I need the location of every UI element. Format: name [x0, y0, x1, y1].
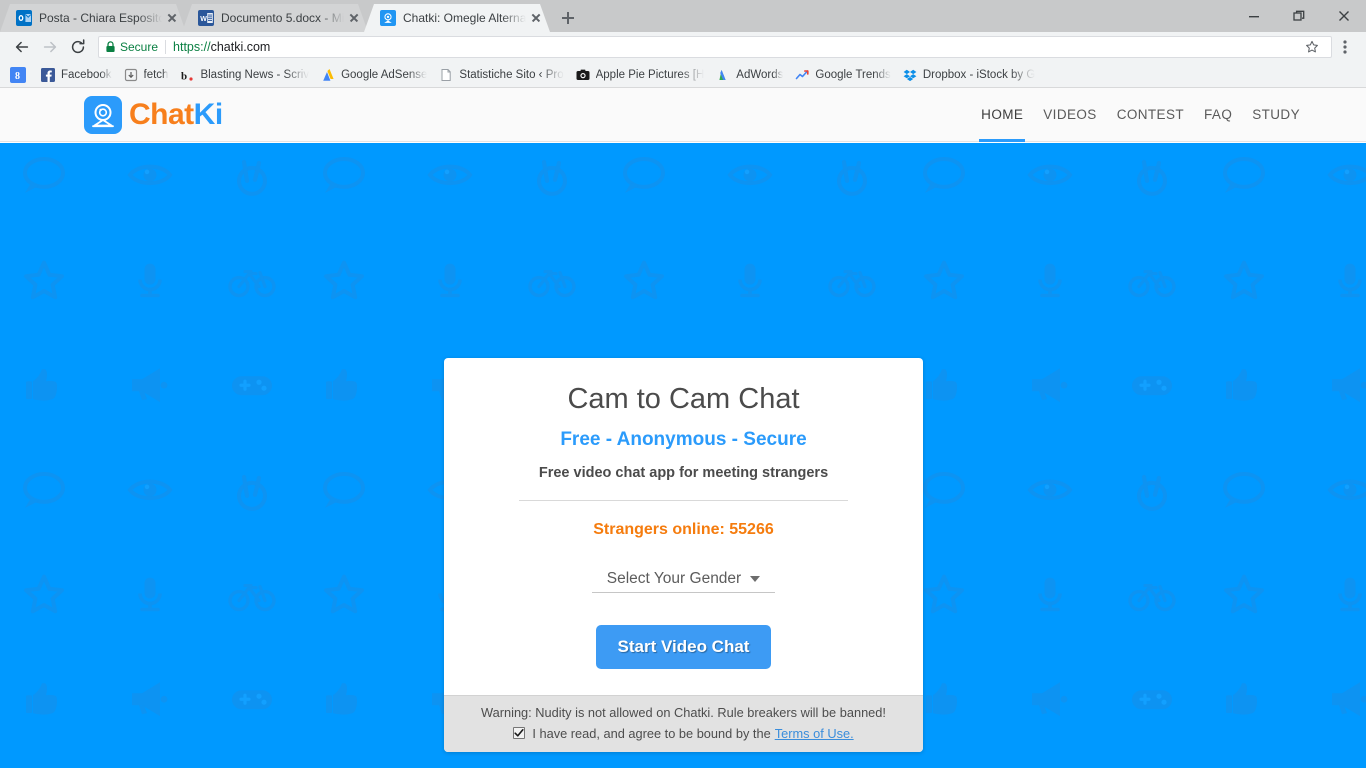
browser-tab[interactable]: Posta - Chiara Esposito - — [0, 4, 186, 32]
restore-icon[interactable] — [1276, 0, 1321, 32]
nav-item-videos[interactable]: VIDEOS — [1033, 88, 1106, 142]
terms-checkbox[interactable] — [513, 727, 526, 740]
bookmark-item[interactable]: Google AdSense — [316, 67, 434, 83]
bookmark-item[interactable]: Google Trends — [790, 67, 897, 83]
address-bar[interactable]: Secure https://chatki.com — [98, 36, 1332, 58]
new-tab-button[interactable] — [554, 4, 582, 32]
svg-text:8: 8 — [15, 71, 20, 82]
tab-title: Documento 5.docx - Micr — [221, 11, 344, 25]
gender-select[interactable]: Select Your Gender — [592, 570, 775, 593]
nav-item-study[interactable]: STUDY — [1242, 88, 1310, 142]
bookmark-label: AdWords — [736, 68, 784, 81]
close-icon[interactable] — [1321, 0, 1366, 32]
card-subtitle: Free - Anonymous - Secure — [560, 428, 807, 450]
bookmarks-bar: 8 Facebook fetch b Blasting News - Scriv… — [0, 62, 1366, 88]
warning-text: Warning: Nudity is not allowed on Chatki… — [481, 704, 886, 720]
outlook-icon — [16, 10, 32, 26]
forward-arrow-icon — [36, 33, 64, 61]
reload-icon[interactable] — [64, 33, 92, 61]
bookmark-item[interactable]: 8 — [6, 66, 36, 83]
site-nav: HOME VIDEOS CONTEST FAQ STUDY — [971, 88, 1310, 142]
adsense-icon — [320, 67, 336, 83]
bookmark-item[interactable]: AdWords — [711, 67, 790, 83]
card-footer: Warning: Nudity is not allowed on Chatki… — [444, 694, 923, 752]
terms-of-use-link[interactable]: Terms of Use. — [775, 726, 854, 741]
close-icon[interactable] — [346, 10, 362, 26]
bookmark-label: Statistiche Sito ‹ Pro — [459, 68, 564, 81]
browser-window: Posta - Chiara Esposito - W Documento 5.… — [0, 0, 1366, 768]
facebook-icon — [40, 67, 56, 83]
nav-item-home[interactable]: HOME — [971, 88, 1033, 142]
window-controls — [1231, 0, 1366, 32]
webcam-icon — [84, 95, 122, 134]
three-dot-menu-icon[interactable] — [1332, 34, 1358, 60]
close-icon[interactable] — [164, 10, 180, 26]
start-video-chat-button[interactable]: Start Video Chat — [595, 624, 772, 669]
tab-title: Posta - Chiara Esposito - — [39, 11, 162, 25]
terms-agreement-row: I have read, and agree to be bound by th… — [454, 726, 913, 741]
page-title: Cam to Cam Chat — [567, 383, 800, 415]
logo-text-ki: Ki — [193, 97, 224, 131]
browser-tab[interactable]: W Documento 5.docx - Micr — [182, 4, 368, 32]
close-icon[interactable] — [528, 10, 544, 26]
svg-text:b: b — [181, 70, 187, 82]
document-icon — [438, 67, 454, 83]
browser-toolbar: Secure https://chatki.com — [0, 32, 1366, 62]
bookmark-item[interactable]: Statistiche Sito ‹ Pro — [434, 67, 570, 83]
site-logo[interactable]: ChatKi — [84, 95, 223, 134]
lock-icon — [105, 41, 116, 53]
logo-text-chat: Chat — [129, 97, 194, 131]
bookmark-label: Apple Pie Pictures [H — [595, 68, 705, 81]
bookmark-item[interactable]: fetch — [119, 67, 176, 83]
blasting-news-icon: b — [179, 67, 195, 83]
minimize-icon[interactable] — [1231, 0, 1276, 32]
divider — [519, 499, 848, 501]
url-host: chatki.com — [210, 40, 271, 54]
page-content: ChatKi HOME VIDEOS CONTEST FAQ STUDY Cam… — [0, 88, 1366, 768]
hero-section: Cam to Cam Chat Free - Anonymous - Secur… — [0, 143, 1366, 768]
fetch-icon — [123, 67, 139, 83]
url-scheme: https:// — [173, 40, 211, 54]
camera-icon — [575, 67, 591, 83]
card-tagline: Free video chat app for meeting stranger… — [538, 464, 829, 481]
bookmark-label: Facebook — [61, 68, 112, 81]
bookmark-item[interactable]: b Blasting News - Scriv — [175, 67, 316, 83]
browser-tab-active[interactable]: Chatki: Omegle Alternati — [364, 4, 550, 32]
nav-item-contest[interactable]: CONTEST — [1107, 88, 1194, 142]
chevron-down-icon — [750, 575, 761, 582]
bookmark-item[interactable]: Apple Pie Pictures [H — [571, 67, 712, 83]
bookmark-item[interactable]: Dropbox - iStock by G — [898, 67, 1042, 83]
adwords-icon — [715, 67, 731, 83]
tab-title: Chatki: Omegle Alternati — [403, 11, 526, 25]
gender-select-value: Select Your Gender — [606, 569, 742, 587]
back-arrow-icon[interactable] — [8, 33, 36, 61]
site-header: ChatKi HOME VIDEOS CONTEST FAQ STUDY — [0, 88, 1366, 142]
bookmark-label: Google Trends — [815, 68, 891, 81]
bookmark-label: fetch — [143, 68, 169, 81]
signup-card: Cam to Cam Chat Free - Anonymous - Secur… — [444, 358, 923, 752]
card-body: Cam to Cam Chat Free - Anonymous - Secur… — [444, 358, 923, 695]
bookmark-label: Dropbox - iStock by G — [922, 68, 1036, 81]
strangers-online-count: Strangers online: 55266 — [593, 520, 774, 538]
tab-strip: Posta - Chiara Esposito - W Documento 5.… — [0, 0, 1366, 32]
svg-text:W: W — [200, 16, 207, 23]
google-g-icon: 8 — [10, 66, 26, 83]
secure-label: Secure — [120, 40, 159, 54]
trends-icon — [794, 67, 810, 83]
url-text: https://chatki.com — [173, 40, 270, 54]
omnibox-divider — [165, 40, 167, 54]
word-icon: W — [198, 10, 214, 26]
star-icon[interactable] — [1299, 34, 1325, 60]
bookmark-item[interactable]: Facebook — [36, 67, 119, 83]
logo-text: ChatKi — [129, 98, 223, 132]
dropbox-icon — [902, 67, 918, 83]
chatki-icon — [380, 10, 396, 26]
bookmark-label: Google AdSense — [341, 68, 428, 81]
nav-item-faq[interactable]: FAQ — [1194, 88, 1242, 142]
terms-agreement-text: I have read, and agree to be bound by th… — [532, 725, 771, 741]
bookmark-label: Blasting News - Scriv — [200, 68, 310, 81]
